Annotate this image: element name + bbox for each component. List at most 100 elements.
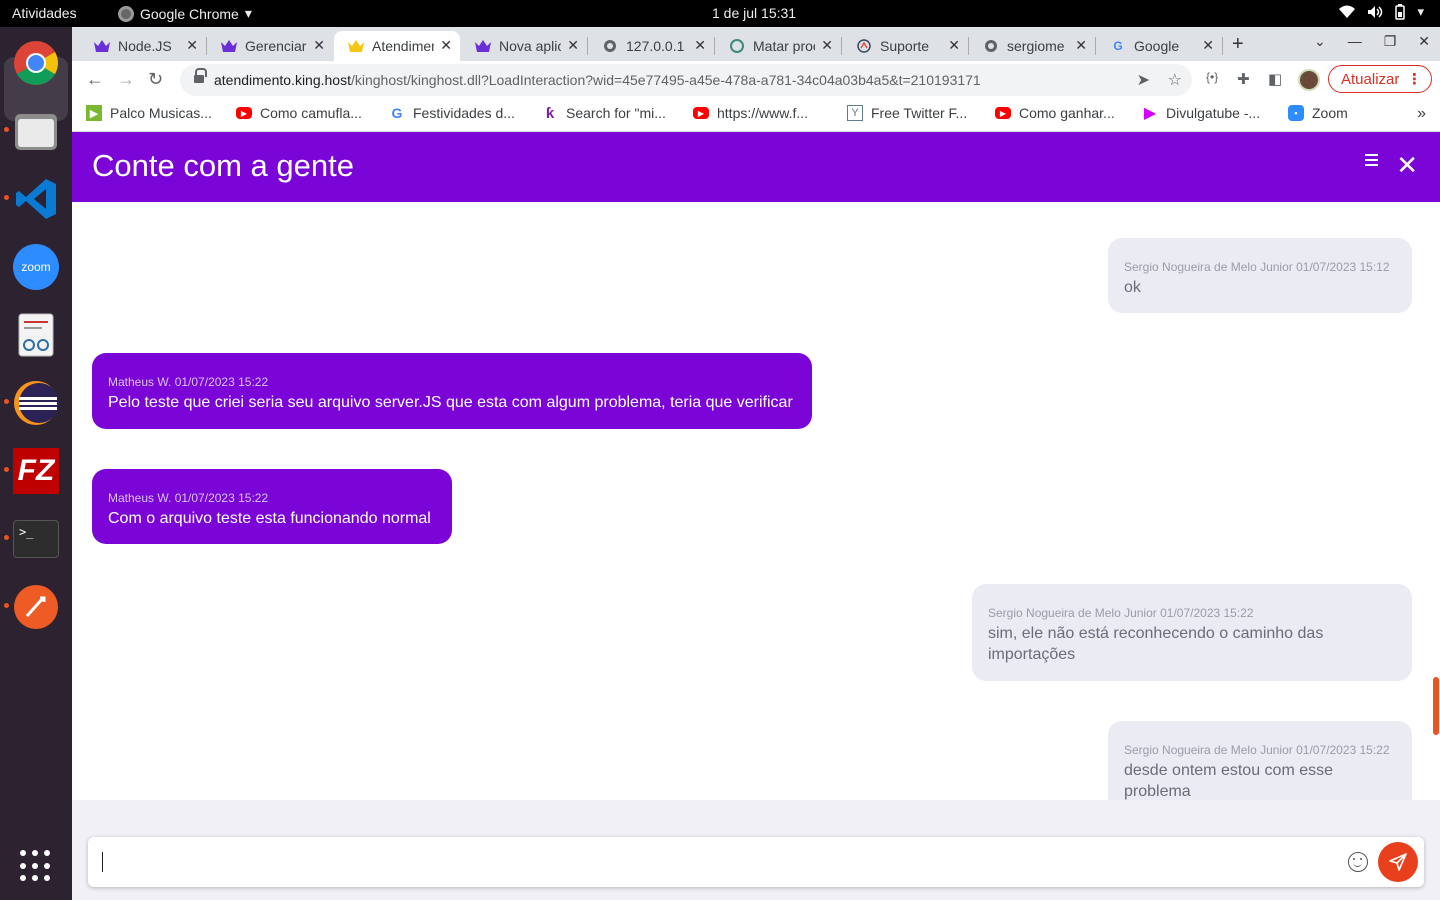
dock-chrome-icon[interactable] <box>12 39 60 87</box>
dock: zoom FZ >_ <box>0 27 72 900</box>
support-icon <box>856 38 872 54</box>
chat-page: Conte com a gente ✕ Sergio Nogueira de M… <box>72 132 1440 900</box>
menu-icon[interactable] <box>1365 154 1378 169</box>
dock-zoom-icon[interactable]: zoom <box>12 243 60 291</box>
reload-icon[interactable]: ↻ <box>148 69 163 90</box>
tab-nova-aplicacao[interactable]: Nova aplicação ✕ <box>461 31 587 61</box>
extensions-puzzle-icon[interactable]: ✚ <box>1237 70 1250 88</box>
message-composer[interactable] <box>88 837 1424 887</box>
forward-icon[interactable]: → <box>117 69 135 90</box>
google-icon: G <box>391 105 403 121</box>
bookmark-item[interactable]: ƙ Search for "mi... <box>542 104 666 122</box>
y-icon: Y <box>847 105 863 121</box>
send-button[interactable] <box>1378 842 1418 882</box>
close-tab-icon[interactable]: ✕ <box>313 37 325 54</box>
scrollbar-thumb[interactable] <box>1433 677 1439 735</box>
message-meta: Sergio Nogueira de Melo Junior 01/07/202… <box>988 606 1254 620</box>
show-applications-icon[interactable] <box>20 850 52 882</box>
tab-separator <box>1222 37 1223 55</box>
activities-button[interactable]: Atividades <box>12 5 77 21</box>
maximize-icon[interactable]: ❐ <box>1384 33 1397 50</box>
active-app-label: Google Chrome <box>140 5 239 22</box>
close-tab-icon[interactable]: ✕ <box>440 37 452 54</box>
bookmark-item[interactable]: ▪ Zoom <box>1288 105 1348 121</box>
browser-toolbar: ← → ↻ atendimento.king.host/kinghost/kin… <box>72 61 1440 99</box>
message-meta: Matheus W. 01/07/2023 15:22 <box>108 375 269 389</box>
message-bubble: Matheus W. 01/07/2023 15:22 Com o arquiv… <box>92 469 452 544</box>
system-tray[interactable]: ▾ <box>1339 4 1424 20</box>
extension-brackets-icon[interactable]: {•} <box>1206 70 1218 84</box>
dock-eclipse-icon[interactable] <box>12 379 60 427</box>
play-icon: ▶ <box>1143 105 1157 122</box>
tab-localhost[interactable]: 127.0.0.1 ✕ <box>588 31 714 61</box>
bookmark-item[interactable]: ▶ Como camufla... <box>236 105 362 121</box>
dock-files-icon[interactable] <box>12 107 60 155</box>
close-tab-icon[interactable]: ✕ <box>1075 37 1087 54</box>
search-k-icon: ƙ <box>545 104 555 122</box>
minimize-icon[interactable]: — <box>1348 33 1362 50</box>
message-meta: Sergio Nogueira de Melo Junior 01/07/202… <box>1124 743 1390 757</box>
dock-document-viewer-icon[interactable] <box>12 311 60 359</box>
message-text: ok <box>1124 279 1141 296</box>
caret-down-icon: ▾ <box>244 5 252 21</box>
close-tab-icon[interactable]: ✕ <box>694 37 706 54</box>
message-list[interactable]: Sergio Nogueira de Melo Junior 01/07/202… <box>72 202 1440 800</box>
address-bar[interactable]: atendimento.king.host/kinghost/kinghost.… <box>180 64 1192 96</box>
tab-nodejs[interactable]: Node.JS ✕ <box>80 31 206 61</box>
youtube-icon: ▶ <box>995 107 1011 119</box>
tab-search-icon[interactable]: ⌄ <box>1314 33 1326 50</box>
close-tab-icon[interactable]: ✕ <box>948 37 960 54</box>
clock[interactable]: 1 de jul 15:31 <box>712 5 796 21</box>
dock-running-indicator <box>4 535 9 540</box>
globe-icon <box>602 38 618 54</box>
update-button[interactable]: Atualizar ⋮ <box>1328 65 1432 93</box>
google-icon: G <box>1113 39 1123 53</box>
side-panel-icon[interactable]: ◧ <box>1268 70 1282 88</box>
bookmark-item[interactable]: ▶ Como ganhar... <box>995 105 1115 121</box>
bookmarks-bar: ▶ Palco Musicas... ▶ Como camufla... G F… <box>72 99 1440 132</box>
close-chat-icon[interactable]: ✕ <box>1396 152 1418 178</box>
tab-atendimento[interactable]: Atendimento ✕ <box>334 31 460 61</box>
palco-icon: ▶ <box>86 105 102 121</box>
dock-running-indicator <box>4 195 9 200</box>
back-icon[interactable]: ← <box>86 69 104 90</box>
tab-matar-processo[interactable]: Matar processo ✕ <box>715 31 841 61</box>
close-tab-icon[interactable]: ✕ <box>821 37 833 54</box>
volume-icon <box>1368 6 1383 18</box>
dock-vscode-icon[interactable] <box>12 175 60 223</box>
kinghost-crown-yellow-icon <box>348 38 364 54</box>
lock-icon[interactable] <box>194 68 207 84</box>
send-icon <box>1389 853 1407 871</box>
tab-sergiome[interactable]: sergiome ✕ <box>969 31 1095 61</box>
close-tab-icon[interactable]: ✕ <box>567 37 579 54</box>
window-controls: ⌄ — ❐ ✕ <box>1314 33 1430 50</box>
dock-postman-icon[interactable] <box>12 583 60 631</box>
tab-gerenciar[interactable]: Gerenciar ✕ <box>207 31 333 61</box>
bookmark-item[interactable]: ▶ https://www.f... <box>693 105 808 121</box>
power-menu-caret-icon: ▾ <box>1417 4 1424 19</box>
bookmark-item[interactable]: G Festividades d... <box>389 105 515 121</box>
bookmark-item[interactable]: ▶ Palco Musicas... <box>86 105 212 121</box>
emoji-icon[interactable] <box>1348 852 1368 872</box>
zoom-icon: ▪ <box>1288 105 1304 121</box>
dock-terminal-icon[interactable]: >_ <box>12 515 60 563</box>
battery-icon <box>1395 4 1406 20</box>
send-tab-icon[interactable]: ➤ <box>1137 70 1150 90</box>
profile-avatar[interactable] <box>1298 69 1320 91</box>
dock-running-indicator <box>4 399 9 404</box>
close-tab-icon[interactable]: ✕ <box>186 37 198 54</box>
more-bookmarks-icon[interactable]: » <box>1417 105 1426 123</box>
bookmark-star-icon[interactable]: ☆ <box>1168 70 1182 90</box>
close-tab-icon[interactable]: ✕ <box>1202 37 1214 54</box>
bookmark-item[interactable]: ▶ Divulgatube -... <box>1142 105 1260 122</box>
active-app-menu[interactable]: Google Chrome ▾ <box>118 5 252 22</box>
wifi-icon <box>1339 5 1356 18</box>
bookmark-item[interactable]: Y Free Twitter F... <box>847 105 967 121</box>
tab-suporte[interactable]: Suporte ✕ <box>842 31 968 61</box>
url-text[interactable]: atendimento.king.host/kinghost/kinghost.… <box>214 72 981 88</box>
message-text: sim, ele não está reconhecendo o caminho… <box>988 625 1324 663</box>
tab-google[interactable]: G Google ✕ <box>1096 31 1222 61</box>
dock-filezilla-icon[interactable]: FZ <box>12 447 60 495</box>
close-window-icon[interactable]: ✕ <box>1418 33 1430 50</box>
new-tab-button[interactable]: + <box>1232 33 1244 56</box>
